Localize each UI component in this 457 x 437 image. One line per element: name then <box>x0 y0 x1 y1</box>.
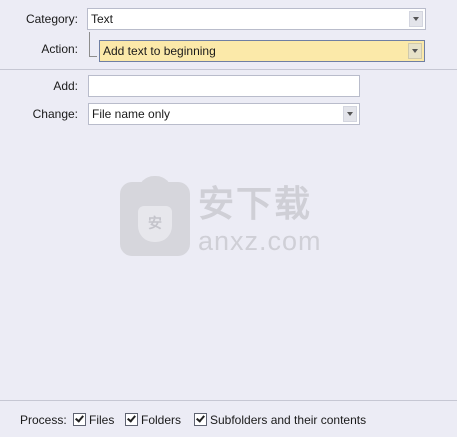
rename-action-panel: Category: Text Action: Add text to begin… <box>0 0 457 437</box>
watermark-text-cn: 安下载 <box>198 183 313 224</box>
section-divider <box>0 69 457 70</box>
subfolders-label[interactable]: Subfolders and their contents <box>210 412 366 428</box>
watermark-badge: 安 <box>138 206 172 242</box>
checkmark-icon <box>75 413 84 423</box>
footer-divider <box>0 400 457 401</box>
watermark-bag-icon: 安 <box>120 176 190 256</box>
chevron-down-icon <box>347 112 353 116</box>
category-dropdown-button[interactable] <box>409 11 423 27</box>
category-select[interactable]: Text <box>87 8 426 30</box>
watermark-text-en: anxz.com <box>198 226 322 256</box>
action-value: Add text to beginning <box>103 44 216 58</box>
process-label: Process: <box>20 413 67 427</box>
tree-connector <box>89 32 97 57</box>
add-label: Add: <box>53 79 78 93</box>
change-dropdown-button[interactable] <box>343 106 357 122</box>
watermark: 安 安下载 anxz.com <box>120 176 340 258</box>
category-value: Text <box>91 12 114 26</box>
action-select[interactable]: Add text to beginning <box>99 40 425 62</box>
change-select[interactable]: File name only <box>88 103 360 125</box>
checkmark-icon <box>127 413 136 423</box>
subfolders-checkbox[interactable] <box>194 413 207 426</box>
category-label: Category: <box>25 12 78 26</box>
checkmark-icon <box>196 413 205 423</box>
chevron-down-icon <box>413 17 419 21</box>
action-label: Action: <box>41 42 78 56</box>
change-label: Change: <box>32 107 78 121</box>
chevron-down-icon <box>412 49 418 53</box>
folders-checkbox[interactable] <box>125 413 138 426</box>
files-checkbox[interactable] <box>73 413 86 426</box>
folders-label[interactable]: Folders <box>141 412 181 428</box>
action-dropdown-button[interactable] <box>408 43 422 59</box>
change-value: File name only <box>92 107 171 121</box>
add-text-input[interactable] <box>88 75 360 97</box>
files-label[interactable]: Files <box>89 412 114 428</box>
